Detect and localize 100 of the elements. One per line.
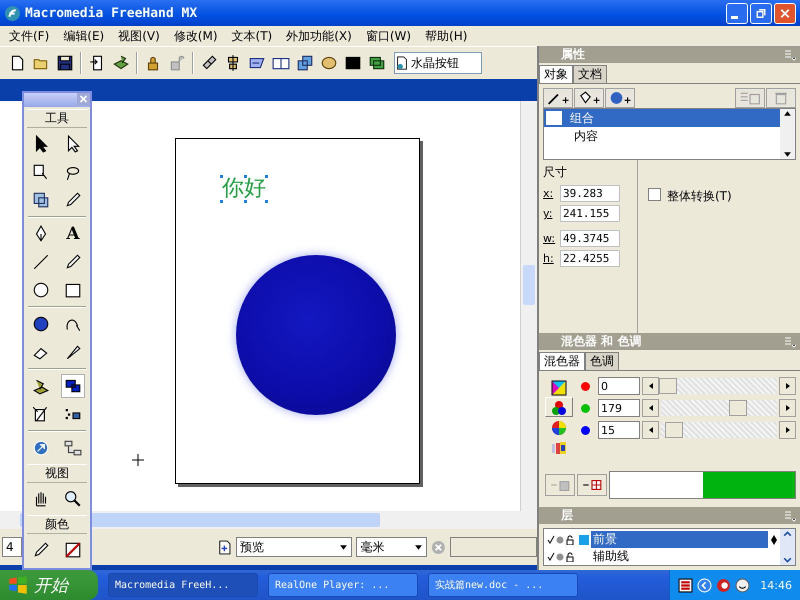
add-page-icon[interactable] xyxy=(217,540,232,554)
stacked-windows-icon[interactable] xyxy=(368,54,386,72)
window-title: Macromedia FreeHand MX xyxy=(25,6,198,20)
field-label: y: xyxy=(543,207,554,220)
input-field[interactable]: 22.4255 xyxy=(560,250,620,267)
layer-name[interactable]: 辅助线 xyxy=(591,548,780,565)
panel-tab[interactable]: 混色器 xyxy=(539,352,585,370)
right-arrow-icon xyxy=(784,404,792,412)
panel-title: 层 xyxy=(561,507,573,524)
export-icon[interactable] xyxy=(112,54,130,72)
close-button[interactable] xyxy=(774,2,796,24)
menu-item[interactable]: 外加功能(X) xyxy=(279,28,359,44)
input-field[interactable]: 15 xyxy=(598,421,640,439)
section-title: 视图 xyxy=(27,464,87,483)
start-button[interactable]: 开始 xyxy=(0,570,98,600)
slider-thumb[interactable] xyxy=(665,422,683,438)
fill-stroke-icon[interactable] xyxy=(62,375,84,397)
right-arrow-icon xyxy=(784,426,792,434)
vertical-scrollbar[interactable] xyxy=(520,101,537,511)
left-arrow-button[interactable] xyxy=(642,421,659,439)
style-field[interactable]: 水晶按钮 xyxy=(394,52,482,74)
units-dropdown[interactable]: 毫米 xyxy=(356,537,428,557)
checkbox[interactable] xyxy=(648,188,661,201)
right-arrow-button[interactable] xyxy=(779,421,796,439)
menu-item[interactable]: 修改(M) xyxy=(166,28,225,44)
record-icon[interactable] xyxy=(716,578,732,592)
up-arrow-icon[interactable] xyxy=(783,109,792,118)
pen-icon xyxy=(770,534,778,546)
view-mode-dropdown[interactable]: 预览 xyxy=(236,537,352,557)
left-arrow-button[interactable] xyxy=(642,377,659,395)
menu-item[interactable]: 帮助(H) xyxy=(418,28,474,44)
menu-item[interactable]: 窗口(W) xyxy=(358,28,418,44)
save-icon[interactable] xyxy=(56,54,74,72)
vertical-scrollbar[interactable] xyxy=(780,109,795,159)
close-icon xyxy=(78,94,89,104)
input-field[interactable]: 179 xyxy=(598,399,640,417)
minimize-button[interactable] xyxy=(726,2,748,24)
caret-icon xyxy=(339,542,348,552)
restore-button[interactable] xyxy=(750,2,772,24)
menu-item[interactable]: 文件(F) xyxy=(2,28,56,44)
panel-tab[interactable]: 文档 xyxy=(573,65,607,83)
taskbar-button[interactable]: 实战篇new.doc - ... xyxy=(428,573,578,597)
taskbar-button[interactable]: RealOne Player: ... xyxy=(268,573,418,597)
menu-item[interactable]: 编辑(E) xyxy=(56,28,112,44)
add-to-swatches-button[interactable] xyxy=(545,474,575,496)
input-field[interactable]: 0 xyxy=(598,377,640,395)
pencil-plus-icon xyxy=(546,91,570,105)
layers-panel-icon[interactable] xyxy=(296,54,314,72)
layer-name[interactable]: 前景 xyxy=(591,531,768,548)
input-field[interactable]: 49.3745 xyxy=(560,230,620,247)
add-effect-button[interactable] xyxy=(605,88,635,108)
app-logo-icon xyxy=(4,4,21,22)
checkbox-label: 整体转换(T) xyxy=(667,188,732,205)
field-label: x: xyxy=(543,187,554,200)
panel-title: 属性 xyxy=(561,46,585,63)
right-arrow-button[interactable] xyxy=(779,377,796,395)
right-arrow-button[interactable] xyxy=(779,399,796,417)
add-to-grid-button[interactable] xyxy=(577,474,607,496)
arrow-grid-icon xyxy=(581,478,603,492)
down-chevron-icon[interactable] xyxy=(782,556,793,565)
sphere-plus-icon xyxy=(608,91,632,105)
slider-thumb[interactable] xyxy=(659,378,677,394)
color-bars-icon xyxy=(551,440,567,456)
input-field[interactable]: 39.283 xyxy=(560,185,620,202)
keyboard-layout-icon[interactable] xyxy=(678,578,694,592)
color-wheel-icon xyxy=(551,420,567,436)
taskbar-button[interactable]: Macromedia FreeH... xyxy=(108,573,258,597)
left-arrow-button[interactable] xyxy=(642,399,659,417)
left-arrow-icon xyxy=(646,404,654,412)
up-chevron-icon[interactable] xyxy=(782,529,793,538)
cmyk-icon xyxy=(551,380,567,396)
menu-item[interactable]: 文本(T) xyxy=(224,28,280,44)
slider-thumb[interactable] xyxy=(729,400,747,416)
options-menu-icon[interactable] xyxy=(784,48,796,60)
vertical-scrollbar[interactable] xyxy=(780,529,795,565)
smiley-icon[interactable] xyxy=(735,578,750,592)
caret-icon xyxy=(414,542,424,552)
options-menu-icon[interactable] xyxy=(784,510,796,522)
unlock-icon[interactable] xyxy=(168,54,186,72)
add-stroke-button[interactable] xyxy=(543,88,573,108)
list-trash-icon xyxy=(738,91,762,105)
rgb-mode-button[interactable] xyxy=(545,397,573,417)
options-menu-icon[interactable] xyxy=(784,336,796,348)
panel-tab[interactable]: 色调 xyxy=(585,352,619,370)
text-tool[interactable]: A xyxy=(62,223,84,245)
panel-title: 混色器 和 色调 xyxy=(561,333,642,350)
bucket-plus-icon xyxy=(577,91,601,105)
minimize-icon xyxy=(731,16,738,18)
crosshair-cursor-icon xyxy=(132,454,144,466)
input-field[interactable]: 241.155 xyxy=(560,205,620,222)
add-fill-button[interactable] xyxy=(574,88,604,108)
left-arrow-icon xyxy=(646,426,654,434)
field-label: h: xyxy=(543,252,555,265)
chevron-icon[interactable] xyxy=(697,578,712,592)
panel-tab[interactable]: 对象 xyxy=(539,65,573,83)
tree-item[interactable]: 组合 xyxy=(544,109,780,127)
menu-item[interactable]: 视图(V) xyxy=(111,28,167,44)
down-arrow-icon[interactable] xyxy=(783,150,792,159)
zoom-field[interactable]: 4 xyxy=(2,537,22,557)
tree-item[interactable]: 内容 xyxy=(544,127,780,145)
